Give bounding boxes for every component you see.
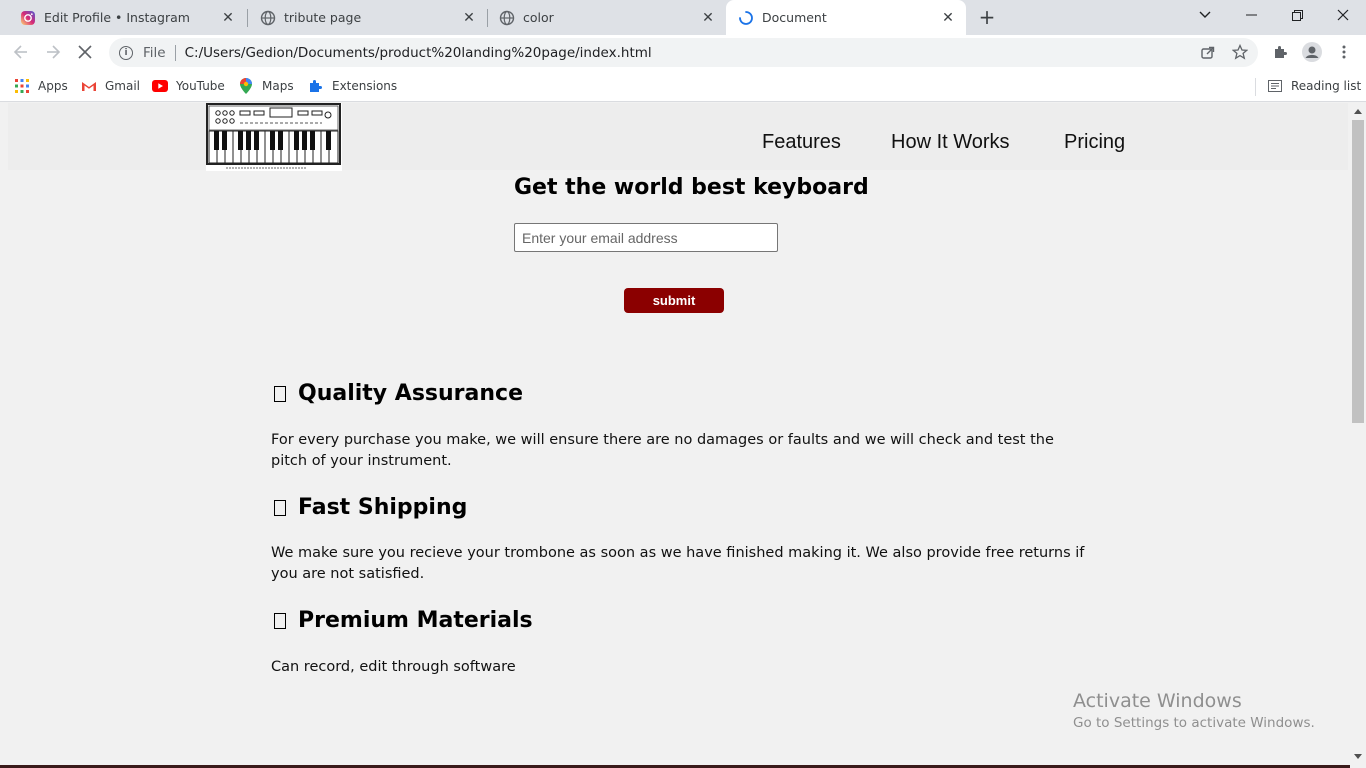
tab-document[interactable]: Document ✕ [726,0,966,35]
keyboard-logo[interactable] [206,103,342,171]
close-tab-icon[interactable]: ✕ [218,8,238,28]
page-scrollbar[interactable] [1350,103,1366,768]
bookmark-label: Maps [262,79,294,93]
address-url[interactable]: C:/Users/Gedion/Documents/product%20land… [185,45,652,61]
activate-windows-watermark: Activate Windows Go to Settings to activ… [1073,690,1315,731]
bookmark-gmail[interactable]: Gmail [81,76,140,96]
feature-heading: Quality Assurance [271,381,523,406]
scrollbar-thumb[interactable] [1352,120,1364,423]
bookmark-label: Apps [38,79,68,93]
reading-list-button[interactable]: Reading list [1267,76,1361,96]
nav-link-features[interactable]: Features [762,131,841,154]
site-info-icon[interactable]: i [119,45,133,60]
menu-kebab-icon[interactable] [1334,42,1354,62]
minimize-button[interactable] [1228,0,1274,30]
scroll-down-icon[interactable] [1354,754,1362,759]
feature-title: Fast Shipping [298,495,468,520]
puzzle-icon [308,78,324,94]
forward-button[interactable] [40,39,66,65]
instagram-icon [20,10,36,26]
page-viewport: Features How It Works Pricing Get the wo… [0,103,1350,768]
close-tab-icon[interactable]: ✕ [938,8,958,28]
email-input[interactable] [514,223,778,252]
watermark-line-1: Activate Windows [1073,690,1242,712]
bookmark-apps[interactable]: Apps [14,76,68,96]
feature-title: Premium Materials [298,608,533,633]
scroll-up-icon[interactable] [1354,109,1362,114]
watermark-line-2: Go to Settings to activate Windows. [1073,715,1315,731]
missing-glyph-icon [274,499,286,516]
globe-icon [499,10,515,26]
bookmark-label: Gmail [105,79,141,93]
extensions-puzzle-icon[interactable] [1270,42,1290,62]
nav-link-pricing[interactable]: Pricing [1064,131,1125,154]
nav-link-how-it-works[interactable]: How It Works [891,131,1010,154]
feature-title: Quality Assurance [298,381,524,406]
close-window-button[interactable] [1320,0,1366,30]
back-button[interactable] [8,39,34,65]
globe-icon [260,10,276,26]
submit-button[interactable]: submit [624,288,724,313]
bookmarks-divider [1255,78,1256,96]
feature-heading: Fast Shipping [271,495,467,520]
tab-color[interactable]: color ✕ [487,0,726,35]
reading-list-label: Reading list [1291,79,1362,93]
reading-list-icon [1267,78,1283,94]
browser-toolbar: i File C:/Users/Gedion/Documents/product… [0,35,1366,70]
address-scheme: File [143,44,166,61]
maps-pin-icon [238,78,254,94]
tab-search-chevron-icon[interactable] [1182,0,1228,30]
bookmark-extensions[interactable]: Extensions [308,76,397,96]
missing-glyph-icon [274,612,286,629]
bookmarks-bar: Apps Gmail YouTube Maps Extensions Readi… [0,70,1366,102]
loading-spinner-icon [738,10,754,26]
hero-title: Get the world best keyboard [514,175,869,200]
youtube-icon [152,78,168,94]
close-tab-icon[interactable]: ✕ [459,8,479,28]
bookmark-label: YouTube [176,79,225,93]
tab-title: Edit Profile • Instagram [44,10,190,25]
site-header: Features How It Works Pricing [8,103,1348,171]
bookmark-maps[interactable]: Maps [238,76,294,96]
tab-instagram[interactable]: Edit Profile • Instagram ✕ [8,0,246,35]
tab-title: Document [762,10,827,25]
close-tab-icon[interactable]: ✕ [698,8,718,28]
share-icon[interactable] [1198,42,1218,62]
restore-button[interactable] [1274,0,1320,30]
bookmark-youtube[interactable]: YouTube [152,76,225,96]
stop-loading-button[interactable] [72,39,98,65]
feature-description: Can record, edit through software [271,659,516,675]
tab-strip: Edit Profile • Instagram ✕ tribute page … [0,0,1366,35]
feature-description: We make sure you recieve your trombone a… [271,545,1085,582]
missing-glyph-icon [274,385,286,402]
profile-avatar-icon[interactable] [1302,42,1322,62]
feature-heading: Premium Materials [271,608,533,633]
bookmark-star-icon[interactable] [1230,42,1250,62]
address-bar[interactable]: i File C:/Users/Gedion/Documents/product… [109,38,1258,67]
tab-tribute[interactable]: tribute page ✕ [248,0,487,35]
tab-title: tribute page [284,10,362,25]
new-tab-button[interactable]: + [976,5,998,29]
apps-grid-icon [14,78,30,94]
feature-description: For every purchase you make, we will ens… [271,432,1054,469]
tab-title: color [523,10,554,25]
address-divider [174,44,176,61]
bookmark-label: Extensions [332,79,398,93]
gmail-icon [81,78,97,94]
